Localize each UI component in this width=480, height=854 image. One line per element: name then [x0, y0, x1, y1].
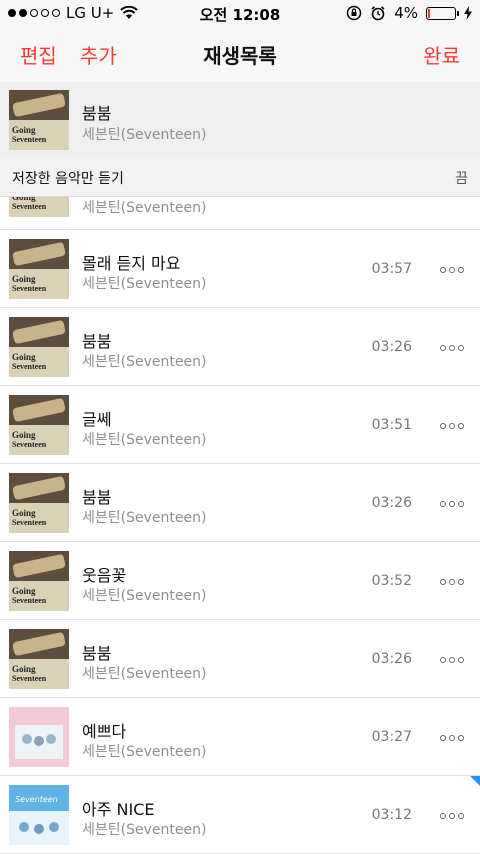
- track-duration: 03:12: [371, 807, 412, 823]
- offline-only-state[interactable]: 끔: [455, 168, 468, 188]
- album-cover-going-seventeen: GoingSeventeen: [9, 473, 69, 533]
- album-cover-going-seventeen: GoingSeventeen: [9, 551, 69, 611]
- track-duration: 03:26: [371, 495, 412, 511]
- album-cover-going-seventeen: Going Seventeen: [9, 90, 69, 150]
- album-cover-going-seventeen: GoingSeventeen: [9, 239, 69, 299]
- track-artist: 세븐틴(Seventeen): [82, 432, 207, 448]
- now-playing-artist: 세븐틴(Seventeen): [82, 127, 207, 143]
- track-duration: 03:52: [371, 573, 412, 589]
- cover-text-line1: Going: [12, 352, 36, 362]
- more-options-icon[interactable]: [440, 345, 464, 351]
- track-artist: 세븐틴(Seventeen): [82, 822, 207, 838]
- track-title: 웃음꽃: [82, 566, 127, 585]
- more-options-icon[interactable]: [440, 735, 464, 741]
- track-artist: 세븐틴(Seventeen): [82, 276, 207, 292]
- track-row[interactable]: 예쁘다세븐틴(Seventeen) 03:27: [0, 698, 480, 776]
- more-options-icon[interactable]: [440, 501, 464, 507]
- track-row[interactable]: Going Seventeen 몰래 듣지 마요세븐틴(Seventeen) 03:5…: [0, 230, 480, 308]
- corner-marker-icon: [470, 776, 480, 786]
- track-title: 붐붐: [82, 488, 112, 507]
- battery-percent: 4%: [394, 4, 418, 22]
- now-playing-title: 붐붐: [82, 104, 112, 123]
- cover-text-line1: Going: [12, 508, 36, 518]
- track-title: 예쁘다: [82, 722, 127, 741]
- playlist[interactable]: Going Seventeen 세븐틴(Seventeen) Going Seve…: [0, 197, 480, 854]
- more-options-icon[interactable]: [440, 657, 464, 663]
- svg-text:Seventeen: Seventeen: [12, 202, 47, 211]
- rotation-lock-icon: [346, 5, 362, 21]
- charging-bolt-icon: [464, 6, 472, 20]
- cover-text-line1: Going: [12, 664, 36, 674]
- status-right: 4%: [346, 4, 472, 22]
- track-title: 붐붐: [82, 332, 112, 351]
- battery-icon: [426, 6, 459, 20]
- track-duration: 03:26: [371, 651, 412, 667]
- cover-text-line2: Seventeen: [12, 674, 47, 683]
- album-cover-blue: Seventeen: [9, 785, 69, 845]
- list-item-partial[interactable]: Going Seventeen 세븐틴(Seventeen): [0, 197, 480, 230]
- cover-text-line2: Seventeen: [12, 284, 47, 293]
- track-row[interactable]: Going Seventeen 붐붐세븐틴(Seventeen) 03:26: [0, 620, 480, 698]
- more-options-icon[interactable]: [440, 579, 464, 585]
- cover-text-line1: Going: [12, 274, 36, 284]
- track-row[interactable]: Going Seventeen 글쎄세븐틴(Seventeen) 03:51: [0, 386, 480, 464]
- track-row[interactable]: Going Seventeen 웃음꽃세븐틴(Seventeen) 03:52: [0, 542, 480, 620]
- track-row[interactable]: Seventeen 아주 NICE 세븐틴(Seventeen) 03:12: [0, 776, 480, 854]
- track-title: 아주 NICE: [82, 800, 155, 819]
- track-title: 붐붐: [82, 644, 112, 663]
- track-row[interactable]: Going Seventeen 붐붐세븐틴(Seventeen) 03:26: [0, 464, 480, 542]
- navigation-bar: 편집 추가 재생목록 완료: [0, 26, 480, 83]
- more-options-icon[interactable]: [440, 813, 464, 819]
- alarm-icon: [371, 6, 385, 21]
- album-cover-partial: Going Seventeen: [9, 197, 69, 217]
- track-artist: 세븐틴(Seventeen): [82, 510, 207, 526]
- track-duration: 03:27: [371, 729, 412, 745]
- cover-text-line1: Going: [12, 430, 36, 440]
- page-title: 재생목록: [203, 44, 277, 68]
- cover-text-line2: Seventeen: [12, 362, 47, 371]
- more-options-icon[interactable]: [440, 267, 464, 273]
- album-cover-going-seventeen: GoingSeventeen: [9, 317, 69, 377]
- more-options-icon[interactable]: [440, 423, 464, 429]
- now-playing-bar[interactable]: Going Seventeen 붐붐 세븐틴(Seventeen): [0, 82, 480, 159]
- offline-only-setting[interactable]: 저장한 음악만 듣기 끔: [0, 158, 480, 197]
- cover-text-line2: Seventeen: [12, 518, 47, 527]
- cover-text-line2: Seventeen: [12, 440, 47, 449]
- offline-only-label: 저장한 음악만 듣기: [12, 171, 124, 187]
- track-row[interactable]: Going Seventeen 붐붐세븐틴(Seventeen) 03:26: [0, 308, 480, 386]
- album-cover-going-seventeen: GoingSeventeen: [9, 629, 69, 689]
- cover-text: Seventeen: [15, 795, 58, 804]
- done-button[interactable]: 완료: [423, 40, 460, 69]
- track-artist: 세븐틴(Seventeen): [82, 666, 207, 682]
- track-duration: 03:26: [371, 339, 412, 355]
- partial-artist: 세븐틴(Seventeen): [82, 200, 207, 216]
- track-artist: 세븐틴(Seventeen): [82, 354, 207, 370]
- album-cover-pink: [9, 707, 69, 767]
- cover-text-line2: Seventeen: [12, 135, 47, 144]
- cover-text-line2: Seventeen: [12, 596, 47, 605]
- track-title: 글쎄: [82, 410, 112, 429]
- status-bar: LG U+ 오전 12:08 4%: [0, 0, 480, 26]
- cover-text-line1: Going: [12, 586, 36, 596]
- track-duration: 03:51: [371, 417, 412, 433]
- track-artist: 세븐틴(Seventeen): [82, 588, 207, 604]
- cover-text-line1: Going: [12, 125, 36, 135]
- album-cover-going-seventeen: GoingSeventeen: [9, 395, 69, 455]
- track-duration: 03:57: [371, 261, 412, 277]
- track-artist: 세븐틴(Seventeen): [82, 744, 207, 760]
- track-title: 몰래 듣지 마요: [82, 254, 181, 273]
